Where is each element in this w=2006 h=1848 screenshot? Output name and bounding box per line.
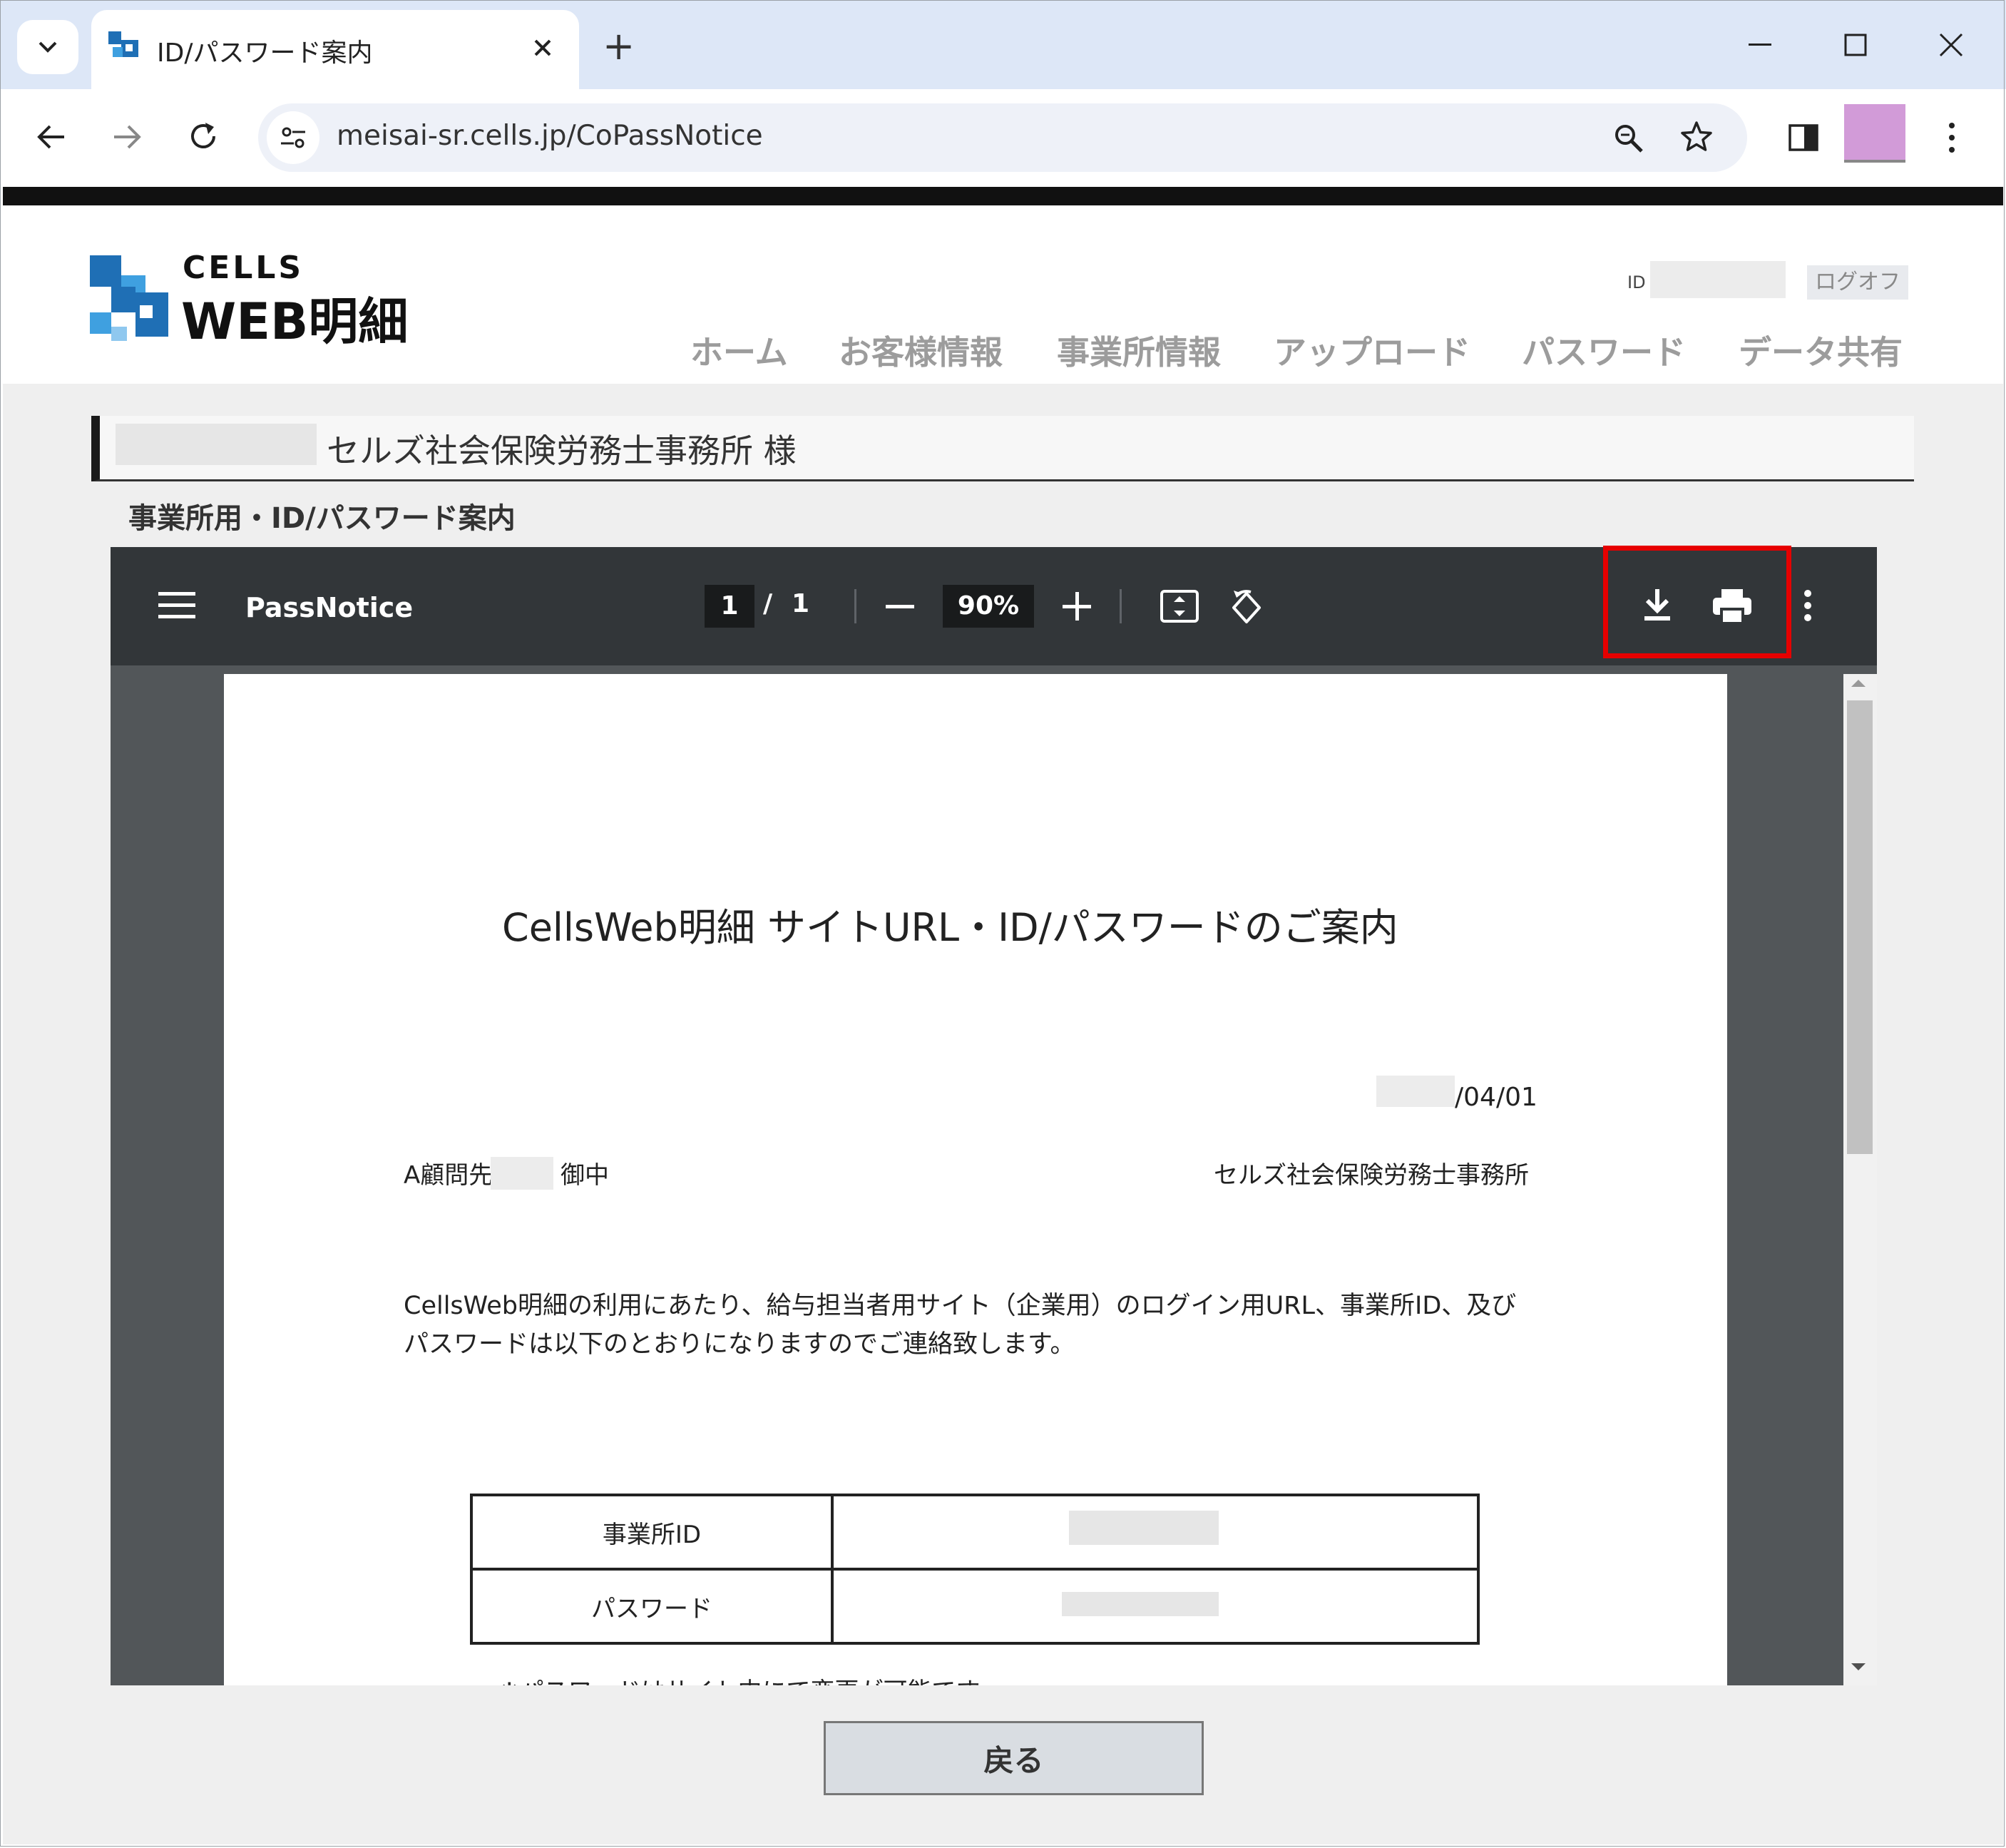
print-icon[interactable] <box>1711 588 1753 625</box>
user-id-value <box>1650 261 1786 298</box>
back-button[interactable]: 戻る <box>824 1721 1204 1795</box>
reload-icon[interactable] <box>187 120 220 153</box>
back-arrow-icon[interactable] <box>36 123 67 151</box>
maximize-icon <box>1844 34 1867 56</box>
table-cell-label: 事業所ID <box>470 1494 834 1571</box>
client-name: セルズ社会保険労務士事務所 様 <box>327 432 797 470</box>
nav-office-info[interactable]: 事業所情報 <box>1057 327 1221 374</box>
logo-bottom-text: WEB明細 <box>181 292 409 351</box>
pdf-title: CellsWeb明細 サイトURL・ID/パスワードのご案内 <box>502 905 1398 950</box>
site-info-button[interactable] <box>267 111 319 164</box>
table-row: 事業所ID <box>470 1494 1480 1571</box>
logo-top-text: CELLS <box>183 250 305 286</box>
table-cell-value <box>831 1568 1480 1645</box>
pdf-body-line-1: CellsWeb明細の利用にあたり、給与担当者用サイト（企業用）のログイン用UR… <box>404 1292 1517 1320</box>
hamburger-menu-icon[interactable] <box>158 591 195 621</box>
recipient-name-redacted <box>491 1157 553 1190</box>
table-cell-value <box>831 1494 1480 1571</box>
nav-customer-info[interactable]: お客様情報 <box>839 327 1003 374</box>
pdf-footnote: ※パスワードはサイト内にて変更が可能です。 <box>499 1672 1002 1685</box>
cells-logo-icon <box>90 255 168 341</box>
rotate-icon[interactable] <box>1227 588 1266 628</box>
browser-tab[interactable]: ID/パスワード案内 <box>91 10 579 89</box>
zoom-level-input[interactable]: 90% <box>943 585 1034 628</box>
side-panel-icon[interactable] <box>1788 124 1818 151</box>
page-number-input[interactable]: 1 <box>705 585 754 628</box>
scrollbar-thumb[interactable] <box>1847 700 1873 1154</box>
tab-title: ID/パスワード案内 <box>157 39 373 68</box>
browser-menu-icon[interactable] <box>1947 121 1957 154</box>
fit-to-page-icon[interactable] <box>1160 589 1199 623</box>
nav-home[interactable]: ホーム <box>690 327 788 374</box>
logoff-button[interactable]: ログオフ <box>1807 265 1908 300</box>
page-top-bar <box>3 187 2003 205</box>
credentials-table: 事業所ID パスワード <box>470 1494 1480 1645</box>
toolbar-divider <box>854 589 856 623</box>
pdf-recipient-prefix: A顧問先 <box>404 1161 493 1190</box>
tune-icon <box>281 127 305 148</box>
nav-data-share[interactable]: データ共有 <box>1739 327 1903 374</box>
nav-upload[interactable]: アップロード <box>1274 327 1470 374</box>
pdf-recipient-suffix: 御中 <box>561 1161 609 1190</box>
profile-avatar[interactable] <box>1844 104 1905 163</box>
section-title: 事業所用・ID/パスワード案内 <box>128 502 516 535</box>
table-row: パスワード <box>470 1568 1480 1645</box>
tab-search-button[interactable] <box>17 20 78 74</box>
total-pages: 1 <box>792 589 810 618</box>
pdf-date: /04/01 <box>1455 1083 1537 1112</box>
password-redacted <box>1062 1592 1219 1616</box>
zoom-out-icon[interactable] <box>886 605 914 609</box>
scroll-up-arrow-icon[interactable] <box>1850 678 1867 688</box>
new-tab-button[interactable]: + <box>603 21 635 71</box>
office-id-redacted <box>1069 1511 1219 1545</box>
client-name-redacted <box>116 424 317 465</box>
zoom-in-icon[interactable] <box>1063 592 1091 621</box>
page-separator: / <box>763 589 773 618</box>
chevron-down-icon <box>39 41 57 53</box>
toolbar-divider <box>1120 589 1122 623</box>
date-year-redacted <box>1376 1076 1455 1107</box>
close-window-button[interactable] <box>1908 0 1994 89</box>
forward-arrow-icon[interactable] <box>111 123 143 151</box>
pdf-sender: セルズ社会保険労務士事務所 <box>1214 1161 1529 1190</box>
close-tab-icon[interactable] <box>532 37 553 58</box>
maximize-button[interactable] <box>1813 0 1898 89</box>
minimize-icon <box>1749 43 1771 46</box>
download-icon[interactable] <box>1642 588 1673 622</box>
more-options-icon[interactable] <box>1803 589 1813 622</box>
password-label: パスワード <box>591 1594 712 1623</box>
minimize-button[interactable] <box>1717 0 1803 89</box>
bookmark-star-icon[interactable] <box>1680 120 1713 153</box>
close-icon <box>1939 33 1963 56</box>
site-favicon-icon <box>108 31 138 57</box>
pdf-footnote-clip: ※パスワードはサイト内にて変更が可能です。 <box>499 1672 1141 1685</box>
download-print-highlight <box>1603 546 1791 658</box>
zoom-icon[interactable] <box>1613 123 1644 154</box>
id-label: ID <box>1627 272 1646 292</box>
table-cell-label: パスワード <box>470 1568 834 1645</box>
url-text[interactable]: meisai-sr.cells.jp/CoPassNotice <box>337 120 763 152</box>
office-id-label: 事業所ID <box>602 1520 702 1549</box>
nav-password[interactable]: パスワード <box>1522 327 1686 374</box>
pdf-file-name: PassNotice <box>245 592 414 623</box>
pdf-body-line-2: パスワードは以下のとおりになりますのでご連絡致します。 <box>404 1330 1075 1359</box>
scroll-down-arrow-icon[interactable] <box>1850 1662 1867 1672</box>
